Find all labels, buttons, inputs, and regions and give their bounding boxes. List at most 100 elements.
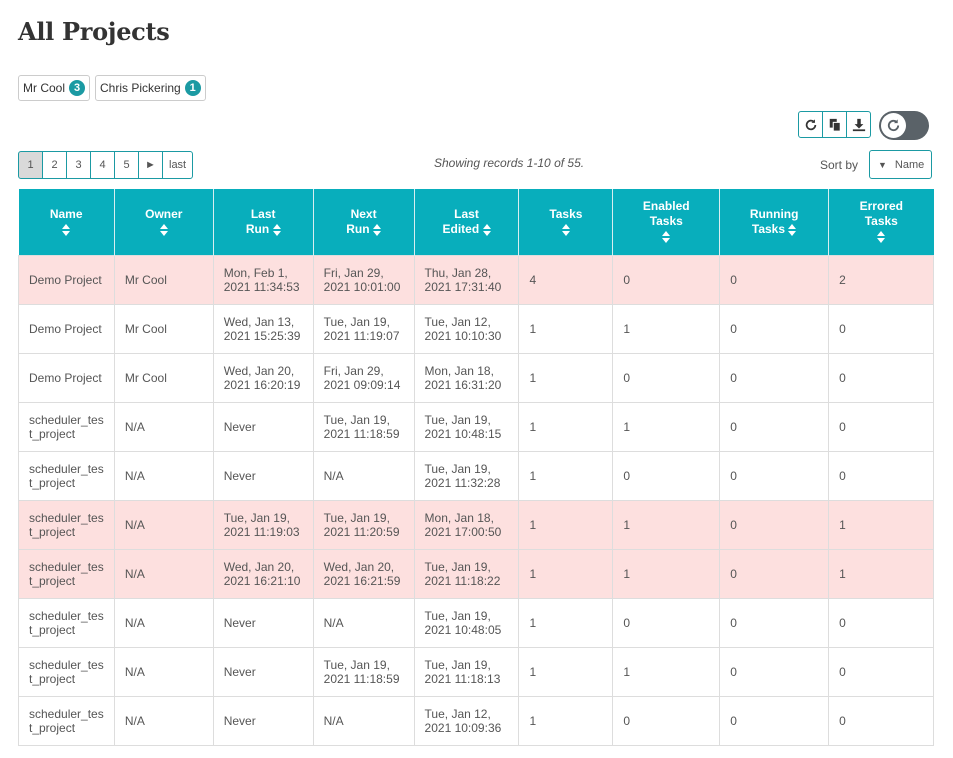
column-header-label: Last [454, 206, 479, 221]
table-cell: 1 [612, 548, 721, 599]
column-header[interactable]: Owner [114, 189, 214, 255]
column-header[interactable]: Next Run [313, 189, 415, 255]
page-button-4[interactable]: 4 [90, 151, 115, 179]
column-header[interactable]: Enabled Tasks [612, 189, 721, 255]
table-row[interactable]: scheduler_test_project N/A Never Tue, Jan 1… [18, 401, 934, 452]
sort-direction-icon: ▼ [878, 159, 887, 170]
table-row[interactable]: Demo Project Mr Cool Wed, Jan 13, 2021 15:… [18, 303, 934, 354]
copy-icon [829, 118, 841, 132]
table-row[interactable]: Demo Project Mr Cool Mon, Feb 1, 2021 11:3… [18, 254, 934, 305]
table-cell: 1 [518, 548, 614, 599]
page-button-2[interactable]: 2 [42, 151, 67, 179]
table-cell: 1 [518, 303, 614, 354]
table-row[interactable]: scheduler_test_project N/A Never N/A Tue, Ja… [18, 450, 934, 501]
table-cell: N/A [312, 450, 415, 501]
table-cell: 0 [828, 352, 934, 403]
table-cell: 1 [612, 401, 721, 452]
owner-filter-label: Chris Pickering [100, 81, 181, 95]
table-cell: 2 [828, 254, 934, 305]
table-cell: 1 [828, 499, 934, 550]
table-cell: Never [212, 646, 314, 697]
table-row[interactable]: scheduler_test_project N/A Never N/A Tue, Ja… [18, 597, 934, 648]
auto-refresh-toggle[interactable] [879, 111, 929, 140]
table-cell: Mr Cool [113, 352, 214, 403]
download-button[interactable] [846, 111, 871, 138]
page-button-5[interactable]: 5 [114, 151, 139, 179]
table-cell: Wed, Jan 20, 2021 16:21:59 [312, 548, 415, 599]
table-cell: 0 [828, 695, 934, 746]
table-cell: Tue, Jan 19, 2021 11:19:07 [312, 303, 415, 354]
column-header-label: Tasks [833, 214, 929, 229]
column-header-label: Enabled [642, 199, 690, 214]
table-cell: scheduler_test_project [18, 646, 115, 697]
table-cell: Tue, Jan 12, 2021 10:09:36 [413, 695, 520, 746]
column-header[interactable]: Errored Tasks [828, 189, 934, 255]
table-cell: scheduler_test_project [18, 597, 115, 648]
column-header-label-line2: Run [346, 221, 370, 236]
table-cell: N/A [113, 450, 214, 501]
column-header[interactable]: Last Run [213, 189, 314, 255]
table-cell: Wed, Jan 20, 2021 16:20:19 [212, 352, 314, 403]
table-cell: N/A [113, 695, 214, 746]
table-cell: 1 [518, 597, 614, 648]
sort-arrows-icon [62, 223, 71, 236]
column-header[interactable]: Name [18, 189, 115, 255]
column-header-label: Run [218, 222, 309, 237]
sort-arrows-icon [482, 223, 491, 236]
table-cell: Tue, Jan 19, 2021 11:20:59 [312, 499, 415, 550]
page-button-1[interactable]: 1 [18, 151, 43, 179]
table-row[interactable]: scheduler_test_project N/A Never Tue, Jan 1… [18, 646, 934, 697]
table-row[interactable]: scheduler_test_project N/A Tue, Jan 19, 20… [18, 499, 934, 550]
table-row[interactable]: scheduler_test_project N/A Wed, Jan 20, 20… [18, 548, 934, 599]
page-button-3[interactable]: 3 [66, 151, 91, 179]
owner-count-badge: 3 [69, 80, 86, 96]
sort-select[interactable]: ▼ Name [869, 150, 932, 179]
copy-button[interactable] [822, 111, 847, 138]
table-cell: 1 [518, 450, 614, 501]
column-header[interactable]: Last Edited [414, 189, 520, 255]
column-header[interactable]: Running Tasks [719, 189, 830, 255]
column-header-label: Running [749, 206, 799, 221]
table-cell: scheduler_test_project [18, 499, 115, 550]
toggle-knob [881, 113, 906, 138]
column-header-label: Errored [859, 199, 903, 214]
table-cell: Mon, Jan 18, 2021 17:00:50 [413, 499, 520, 550]
column-header-label-line2: Edited [442, 221, 480, 236]
table-row[interactable]: scheduler_test_project N/A Never N/A Tue, Ja… [18, 695, 934, 746]
table-cell: 0 [719, 401, 830, 452]
table-cell: scheduler_test_project [18, 450, 115, 501]
table-cell: N/A [312, 695, 415, 746]
table-cell: Tue, Jan 19, 2021 11:18:59 [312, 401, 415, 452]
next-page-button[interactable]: ► [138, 151, 163, 179]
table-cell: Tue, Jan 12, 2021 10:10:30 [413, 303, 520, 354]
owner-filter-chris-pickering[interactable]: Chris Pickering 1 [95, 75, 206, 101]
column-header-label: Run [318, 222, 410, 237]
column-header-label: Tasks [617, 214, 715, 229]
column-header-label: Name [49, 206, 83, 221]
owner-filter-mr-cool[interactable]: Mr Cool 3 [18, 75, 91, 101]
table-cell: Mon, Feb 1, 2021 11:34:53 [212, 254, 314, 305]
owner-filter-label: Mr Cool [23, 81, 66, 95]
table-cell: Mon, Jan 18, 2021 16:31:20 [413, 352, 520, 403]
table-cell: Tue, Jan 19, 2021 11:19:03 [212, 499, 314, 550]
sort-arrows-icon [877, 231, 886, 244]
refresh-button[interactable] [798, 111, 823, 138]
table-cell: 1 [518, 352, 614, 403]
table-cell: Tue, Jan 19, 2021 10:48:15 [413, 401, 520, 452]
table-cell: 1 [518, 401, 614, 452]
column-header[interactable]: Tasks [518, 189, 614, 255]
column-header-label: Owner [145, 206, 183, 221]
table-cell: 0 [719, 303, 830, 354]
table-cell: N/A [113, 499, 214, 550]
table-row[interactable]: Demo Project Mr Cool Wed, Jan 20, 2021 16:… [18, 352, 934, 403]
sort-arrows-icon [561, 223, 570, 236]
column-header-label: Last [250, 206, 276, 221]
table-cell: 0 [612, 352, 721, 403]
table-cell: N/A [113, 597, 214, 648]
column-header-label: Tasks [549, 206, 583, 221]
table-cell: Mr Cool [113, 303, 214, 354]
sort-arrows-icon [272, 223, 281, 236]
last-page-button[interactable]: last [162, 151, 194, 179]
table-cell: 0 [719, 597, 830, 648]
sort-arrows-icon [372, 223, 381, 236]
